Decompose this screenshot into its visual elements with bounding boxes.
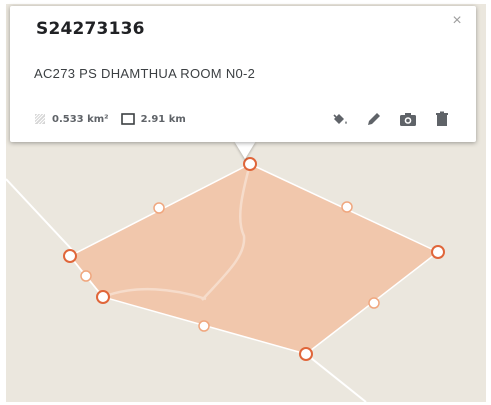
road (6, 178, 77, 255)
edit-button[interactable] (364, 109, 384, 129)
vertex-handle[interactable] (243, 157, 257, 171)
popup-subtitle: AC273 PS DHAMTHUA ROOM N0-2 (34, 66, 256, 81)
area-value: 0.533 km² (52, 113, 109, 125)
area-icon (34, 113, 46, 125)
paint-bucket-icon (333, 114, 347, 124)
parcel-polygon[interactable] (68, 163, 440, 355)
close-button[interactable]: × (448, 12, 466, 30)
road (305, 353, 367, 402)
midpoint-handle[interactable] (341, 201, 353, 213)
midpoint-handle[interactable] (80, 270, 92, 282)
perimeter-metric: 2.91 km (120, 113, 186, 125)
vertex-handle[interactable] (96, 290, 110, 304)
midpoint-handle[interactable] (368, 297, 380, 309)
area-metric: 0.533 km² (34, 113, 109, 125)
midpoint-handle[interactable] (198, 320, 210, 332)
trash-icon (436, 111, 448, 126)
midpoint-handle[interactable] (153, 202, 165, 214)
popup-title: S24273136 (36, 19, 145, 39)
info-popup: × S24273136 AC273 PS DHAMTHUA ROOM N0-2 … (10, 6, 476, 142)
vertex-handle[interactable] (63, 249, 77, 263)
style-button[interactable] (330, 109, 350, 129)
perimeter-value: 2.91 km (140, 113, 186, 125)
photo-button[interactable] (398, 109, 418, 129)
vertex-handle[interactable] (299, 347, 313, 361)
close-icon: × (452, 12, 462, 29)
camera-icon (400, 113, 416, 126)
popup-actions (316, 109, 452, 129)
popup-pointer (234, 141, 256, 159)
measurements: 0.533 km² 2.91 km (34, 113, 198, 125)
pencil-icon (368, 113, 380, 125)
vertex-handle[interactable] (431, 245, 445, 259)
delete-button[interactable] (432, 109, 452, 129)
perimeter-icon (120, 113, 135, 125)
